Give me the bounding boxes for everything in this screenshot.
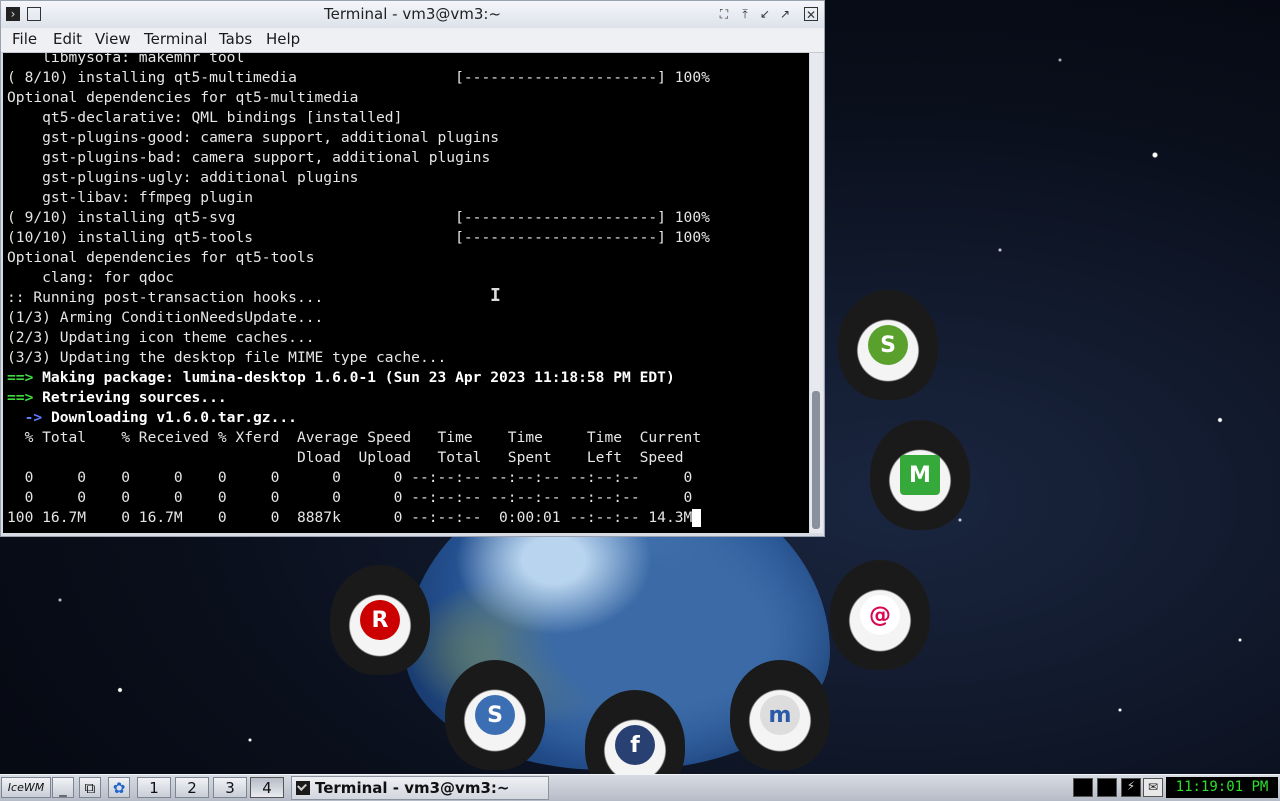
terminal-line: :: Running post-transaction hooks... xyxy=(7,289,324,306)
network-icon[interactable]: ⚡ xyxy=(1121,778,1141,797)
taskbar-terminal-task[interactable]: Terminal - vm3@vm3:~ xyxy=(291,776,549,800)
fullscreen-icon[interactable]: ⛶ xyxy=(717,7,731,21)
window-title: Terminal - vm3@vm3:~ xyxy=(323,5,502,23)
terminal-line: ( 8/10) installing qt5-multimedia [-----… xyxy=(7,69,710,86)
making-package-line: ==> Making package: lumina-desktop 1.6.0… xyxy=(7,368,675,388)
penguin-manjaro-icon: M xyxy=(870,420,970,530)
menu-terminal[interactable]: Terminal xyxy=(142,30,209,48)
penguin-mageia-icon: m xyxy=(730,660,830,770)
menu-file[interactable]: File xyxy=(10,30,39,48)
terminal-line: (1/3) Arming ConditionNeedsUpdate... xyxy=(7,309,324,326)
making-package-text: Making package: lumina-desktop 1.6.0-1 (… xyxy=(33,369,675,386)
terminal-line: libmysofa: makemhr tool xyxy=(7,53,245,66)
retrieving-line: ==> Retrieving sources... xyxy=(7,388,227,408)
downloading-text: Downloading v1.6.0.tar.gz... xyxy=(42,409,297,426)
minimize-icon[interactable]: ↙ xyxy=(758,7,772,21)
close-icon[interactable]: ✕ xyxy=(804,7,818,22)
terminal-line: ( 9/10) installing qt5-svg [------------… xyxy=(7,209,710,226)
taskbar-clock[interactable]: 11:19:01 PM xyxy=(1166,777,1278,798)
workspace-1-button[interactable]: 1 xyxy=(137,777,171,798)
terminal-line: (10/10) installing qt5-tools [----------… xyxy=(7,229,710,246)
terminal-line: (2/3) Updating icon theme caches... xyxy=(7,329,315,346)
retrieving-text: Retrieving sources... xyxy=(33,389,227,406)
workspace-3-button[interactable]: 3 xyxy=(213,777,247,798)
rollup-icon[interactable]: ⤒ xyxy=(738,7,752,21)
curl-progress-line: 0 0 0 0 0 0 0 0 --:--:-- --:--:-- --:--:… xyxy=(7,469,693,486)
curl-progress-line: 100 16.7M 0 16.7M 0 0 8887k 0 --:--:-- 0… xyxy=(7,508,702,528)
terminal-line: qt5-declarative: QML bindings [installed… xyxy=(7,109,403,126)
terminal-cursor xyxy=(692,509,702,527)
arrow-prefix: ==> xyxy=(7,369,34,386)
mail-icon[interactable]: ✉ xyxy=(1143,778,1163,797)
penguin-opensuse-icon: S xyxy=(838,290,938,400)
penguin-slackware-icon: S xyxy=(445,660,545,770)
settings-icon[interactable]: ✿ xyxy=(108,777,130,798)
curl-header-line: Dload Upload Total Spent Left Speed xyxy=(7,449,684,466)
menu-help[interactable]: Help xyxy=(264,30,302,48)
menu-bar: File Edit View Terminal Tabs Help xyxy=(1,28,824,53)
cpu-monitor-icon[interactable] xyxy=(1073,778,1093,797)
network-monitor-icon[interactable] xyxy=(1097,778,1117,797)
taskbar: IceWM _ ⧉ ✿ 1 2 3 4 Terminal - vm3@vm3:~… xyxy=(0,774,1280,801)
workspace-2-button[interactable]: 2 xyxy=(175,777,209,798)
terminal-output[interactable]: libmysofa: makemhr tool ( 8/10) installi… xyxy=(3,53,809,533)
scrollbar-thumb[interactable] xyxy=(812,391,820,529)
downloading-line: -> Downloading v1.6.0.tar.gz... xyxy=(7,408,297,428)
curl-progress-line: 0 0 0 0 0 0 0 0 --:--:-- --:--:-- --:--:… xyxy=(7,489,693,506)
penguin-debian-icon: @ xyxy=(830,560,930,670)
menu-view[interactable]: View xyxy=(93,30,133,48)
curl-header-line: % Total % Received % Xferd Average Speed… xyxy=(7,429,702,446)
terminal-line: Optional dependencies for qt5-multimedia xyxy=(7,89,359,106)
start-menu-button[interactable]: IceWM xyxy=(1,777,51,798)
menu-tabs[interactable]: Tabs xyxy=(217,30,254,48)
terminal-line: gst-libav: ffmpeg plugin xyxy=(7,189,254,206)
arrow-prefix: ==> xyxy=(7,389,34,406)
workspace-4-button[interactable]: 4 xyxy=(250,777,284,798)
show-desktop-icon[interactable]: _ xyxy=(52,777,74,798)
terminal-line: gst-plugins-good: camera support, additi… xyxy=(7,129,500,146)
task-title: Terminal - vm3@vm3:~ xyxy=(315,779,510,797)
window-list-icon[interactable]: ⧉ xyxy=(79,777,101,798)
arrow-prefix: -> xyxy=(7,409,43,426)
terminal-line: Optional dependencies for qt5-tools xyxy=(7,249,315,266)
window-titlebar[interactable]: › Terminal - vm3@vm3:~ ⛶ ⤒ ↙ ↗ ✕ xyxy=(1,1,824,29)
terminal-line: (3/3) Updating the desktop file MIME typ… xyxy=(7,349,447,366)
terminal-line: gst-plugins-bad: camera support, additio… xyxy=(7,149,491,166)
curl-progress-text: 100 16.7M 0 16.7M 0 0 8887k 0 --:--:-- 0… xyxy=(7,509,693,526)
terminal-scrollbar[interactable] xyxy=(810,53,823,533)
menu-edit[interactable]: Edit xyxy=(51,30,84,48)
ibeam-cursor-icon: I xyxy=(490,285,501,306)
terminal-line: clang: for qdoc xyxy=(7,269,174,286)
maximize-icon[interactable]: ↗ xyxy=(778,7,792,21)
terminal-icon xyxy=(296,781,310,795)
terminal-line: gst-plugins-ugly: additional plugins xyxy=(7,169,359,186)
terminal-window[interactable]: › Terminal - vm3@vm3:~ ⛶ ⤒ ↙ ↗ ✕ File Ed… xyxy=(0,0,825,537)
penguin-redhat-icon: R xyxy=(330,565,430,675)
